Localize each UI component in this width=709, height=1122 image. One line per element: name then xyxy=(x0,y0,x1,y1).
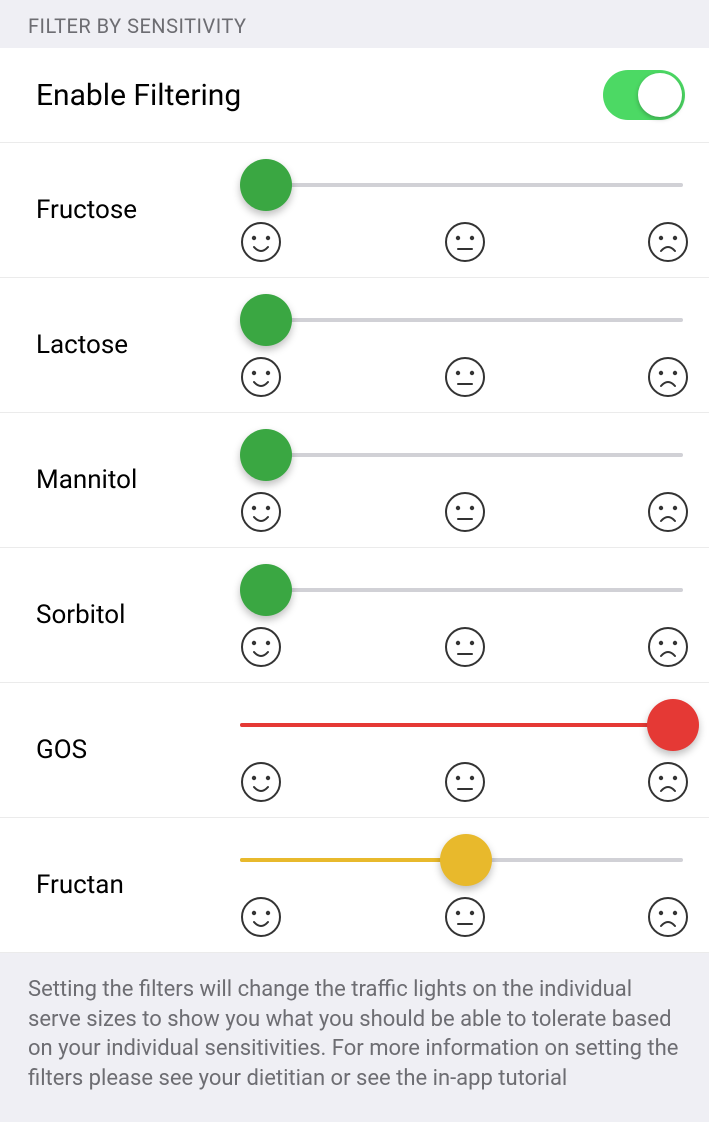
sensitivity-slider[interactable] xyxy=(240,157,691,213)
sensitivity-slider[interactable] xyxy=(240,562,691,618)
slider-thumb[interactable] xyxy=(440,834,492,886)
neutral-face-icon xyxy=(444,221,486,263)
sensitivity-slider[interactable] xyxy=(240,427,691,483)
neutral-face-icon xyxy=(444,626,486,668)
neutral-face-icon xyxy=(444,761,486,803)
footer: Setting the filters will change the traf… xyxy=(0,953,709,1122)
slider-area xyxy=(240,832,691,938)
filter-label: Lactose xyxy=(36,330,240,360)
face-row xyxy=(240,491,691,533)
happy-face-icon xyxy=(240,761,282,803)
filter-row: Sorbitol xyxy=(0,548,709,683)
filter-label: Sorbitol xyxy=(36,600,240,630)
happy-face-icon xyxy=(240,221,282,263)
slider-area xyxy=(240,697,691,803)
slider-area xyxy=(240,157,691,263)
slider-thumb[interactable] xyxy=(647,699,699,751)
filter-label: Mannitol xyxy=(36,465,240,495)
face-row xyxy=(240,221,691,263)
sad-face-icon xyxy=(647,896,689,938)
happy-face-icon xyxy=(240,356,282,398)
happy-face-icon xyxy=(240,896,282,938)
neutral-face-icon xyxy=(444,896,486,938)
face-row xyxy=(240,626,691,668)
enable-filtering-label: Enable Filtering xyxy=(36,78,241,113)
slider-track xyxy=(240,588,683,592)
filter-row: Fructose xyxy=(0,143,709,278)
sad-face-icon xyxy=(647,761,689,803)
sad-face-icon xyxy=(647,626,689,668)
footer-text: Setting the filters will change the traf… xyxy=(28,975,685,1094)
filter-label: Fructan xyxy=(36,870,240,900)
filter-row: Fructan xyxy=(0,818,709,953)
slider-thumb[interactable] xyxy=(240,159,292,211)
slider-area xyxy=(240,292,691,398)
filter-row: GOS xyxy=(0,683,709,818)
slider-fill xyxy=(240,723,691,727)
slider-track xyxy=(240,318,683,322)
slider-thumb[interactable] xyxy=(240,294,292,346)
sad-face-icon xyxy=(647,491,689,533)
slider-area xyxy=(240,427,691,533)
enable-filtering-row: Enable Filtering xyxy=(0,48,709,143)
slider-thumb[interactable] xyxy=(240,429,292,481)
slider-track xyxy=(240,453,683,457)
filter-row: Mannitol xyxy=(0,413,709,548)
section-header: FILTER BY SENSITIVITY xyxy=(0,0,709,48)
filter-label: Fructose xyxy=(36,195,240,225)
slider-fill xyxy=(240,858,466,862)
slider-thumb[interactable] xyxy=(240,564,292,616)
happy-face-icon xyxy=(240,626,282,668)
enable-filtering-toggle[interactable] xyxy=(603,70,685,120)
filter-label: GOS xyxy=(36,735,240,765)
slider-area xyxy=(240,562,691,668)
sensitivity-slider[interactable] xyxy=(240,832,691,888)
face-row xyxy=(240,761,691,803)
slider-track xyxy=(240,183,683,187)
sad-face-icon xyxy=(647,221,689,263)
neutral-face-icon xyxy=(444,491,486,533)
toggle-knob xyxy=(638,73,682,117)
sad-face-icon xyxy=(647,356,689,398)
face-row xyxy=(240,896,691,938)
neutral-face-icon xyxy=(444,356,486,398)
face-row xyxy=(240,356,691,398)
happy-face-icon xyxy=(240,491,282,533)
sensitivity-slider[interactable] xyxy=(240,697,691,753)
sensitivity-slider[interactable] xyxy=(240,292,691,348)
filter-row: Lactose xyxy=(0,278,709,413)
